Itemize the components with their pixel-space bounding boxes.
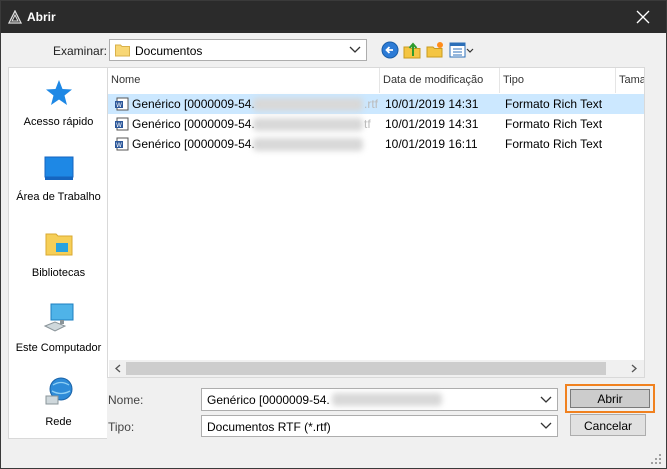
redacted-text bbox=[253, 98, 363, 111]
place-libraries[interactable]: Bibliotecas bbox=[9, 229, 108, 279]
file-type: Formato Rich Text bbox=[505, 117, 603, 131]
scroll-left-icon[interactable] bbox=[114, 364, 122, 373]
file-name-label: Nome: bbox=[108, 393, 144, 407]
redacted-text bbox=[332, 393, 442, 406]
place-quick-access[interactable]: Acesso rápido bbox=[9, 78, 108, 128]
file-type-value: Documentos RTF (*.rtf) bbox=[207, 420, 331, 434]
column-header-type[interactable]: Tipo bbox=[500, 68, 616, 93]
new-folder-icon[interactable] bbox=[426, 41, 444, 59]
file-name-value: Genérico [0000009-54. bbox=[207, 393, 330, 407]
redacted-text bbox=[253, 138, 363, 151]
file-type: Formato Rich Text bbox=[505, 97, 603, 111]
scrollbar-thumb[interactable] bbox=[126, 362, 606, 375]
word-document-icon: W bbox=[115, 117, 129, 131]
file-row[interactable]: W Genérico [0000009-54. 10/01/2019 16:11… bbox=[108, 134, 644, 154]
file-row[interactable]: W Genérico [0000009-54. tf 10/01/2019 14… bbox=[108, 114, 644, 134]
place-this-pc[interactable]: Este Computador bbox=[9, 302, 108, 354]
folder-icon bbox=[115, 44, 130, 57]
network-icon bbox=[45, 377, 72, 405]
libraries-icon bbox=[45, 233, 72, 256]
open-file-dialog: Abrir Examinar: Documentos Acesso rápido… bbox=[0, 0, 667, 469]
chevron-down-icon[interactable] bbox=[540, 396, 552, 404]
file-date: 10/01/2019 16:11 bbox=[385, 137, 478, 151]
word-document-icon: W bbox=[115, 137, 129, 151]
file-extension: tf bbox=[364, 117, 371, 131]
back-icon[interactable] bbox=[381, 41, 399, 59]
cancel-button[interactable]: Cancelar bbox=[570, 414, 646, 436]
chevron-down-icon bbox=[349, 46, 361, 53]
close-button[interactable] bbox=[620, 1, 666, 33]
star-icon bbox=[45, 80, 72, 105]
file-list[interactable]: Nome Data de modificação Tipo Tama W Gen… bbox=[107, 67, 645, 378]
file-type-label: Tipo: bbox=[108, 420, 135, 434]
open-button-focus-ring: Abrir bbox=[565, 384, 655, 413]
place-network[interactable]: Rede bbox=[9, 376, 108, 428]
window-title: Abrir bbox=[27, 10, 56, 24]
file-row[interactable]: W Genérico [0000009-54. .rtf 10/01/2019 … bbox=[108, 94, 644, 114]
open-button[interactable]: Abrir bbox=[570, 389, 650, 408]
file-type: Formato Rich Text bbox=[505, 137, 603, 151]
scroll-right-icon[interactable] bbox=[630, 364, 638, 373]
svg-text:W: W bbox=[116, 102, 122, 109]
view-menu-icon[interactable] bbox=[449, 41, 475, 59]
svg-text:W: W bbox=[116, 142, 122, 149]
up-folder-icon[interactable] bbox=[403, 41, 421, 59]
file-date: 10/01/2019 14:31 bbox=[385, 117, 479, 131]
horizontal-scrollbar[interactable] bbox=[109, 360, 644, 377]
svg-text:W: W bbox=[116, 122, 122, 129]
column-header-name[interactable]: Nome bbox=[108, 68, 380, 93]
file-name: Genérico [0000009-54. bbox=[132, 117, 255, 131]
column-header-date[interactable]: Data de modificação bbox=[380, 68, 500, 93]
place-desktop[interactable]: Área de Trabalho bbox=[9, 155, 108, 203]
file-name: Genérico [0000009-54. bbox=[132, 97, 255, 111]
file-date: 10/01/2019 14:31 bbox=[385, 97, 479, 111]
places-bar: Acesso rápido Área de Trabalho Bibliotec… bbox=[8, 67, 107, 439]
title-bar[interactable]: Abrir bbox=[1, 1, 666, 33]
chevron-down-icon[interactable] bbox=[540, 422, 552, 430]
desktop-icon bbox=[44, 156, 73, 180]
file-name: Genérico [0000009-54. bbox=[132, 137, 255, 151]
column-header-size[interactable]: Tama bbox=[616, 68, 644, 93]
look-in-combobox[interactable]: Documentos bbox=[109, 39, 367, 61]
close-icon bbox=[636, 10, 650, 24]
computer-icon bbox=[43, 303, 73, 332]
word-document-icon: W bbox=[115, 97, 129, 111]
file-name-combobox[interactable]: Genérico [0000009-54. bbox=[201, 388, 558, 411]
resize-grip-icon[interactable] bbox=[650, 453, 662, 465]
look-in-value: Documentos bbox=[135, 44, 203, 58]
file-type-combobox[interactable]: Documentos RTF (*.rtf) bbox=[201, 415, 558, 437]
file-extension: .rtf bbox=[364, 97, 378, 111]
look-in-label: Examinar: bbox=[53, 44, 108, 58]
redacted-text bbox=[253, 118, 363, 131]
app-logo-icon bbox=[8, 10, 22, 24]
